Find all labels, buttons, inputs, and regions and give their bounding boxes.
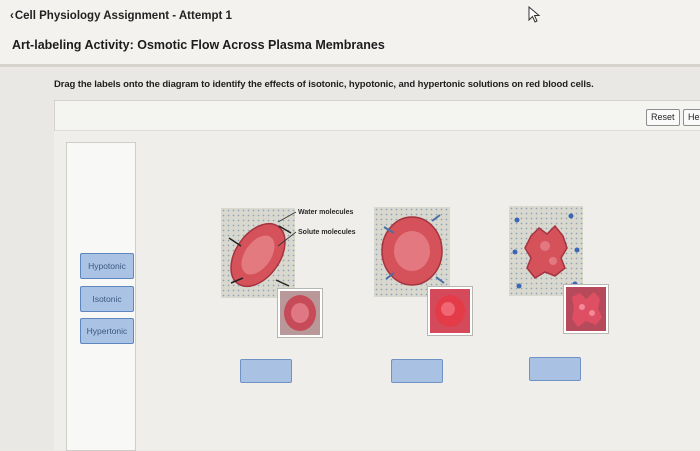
label-hypotonic[interactable]: Hypotonic (80, 253, 134, 279)
page-title: Art-labeling Activity: Osmotic Flow Acro… (12, 38, 385, 52)
drop-target-1[interactable] (240, 359, 292, 383)
back-link[interactable]: ‹Cell Physiology Assignment - Attempt 1 (10, 10, 232, 22)
chevron-left-icon: ‹ (10, 10, 14, 22)
isotonic-cell-diagram (374, 207, 450, 297)
mouse-pointer-icon (528, 6, 541, 23)
drop-target-2[interactable] (391, 359, 443, 383)
label-hypertonic[interactable]: Hypertonic (80, 318, 134, 344)
label-isotonic[interactable]: Isotonic (80, 286, 134, 312)
help-button[interactable]: He (683, 109, 700, 126)
hypertonic-cell-photo (564, 285, 608, 333)
drop-target-3[interactable] (529, 357, 581, 381)
hypotonic-cell-photo (278, 289, 322, 337)
isotonic-cell-photo (428, 287, 472, 335)
water-molecules-label: Water molecules (298, 209, 354, 216)
instructions-text: Drag the labels onto the diagram to iden… (54, 79, 594, 90)
hypertonic-cell-diagram (509, 206, 583, 296)
back-link-label: Cell Physiology Assignment - Attempt 1 (14, 10, 232, 22)
reset-button[interactable]: Reset (646, 109, 680, 126)
solute-molecules-label: Solute molecules (298, 229, 356, 236)
